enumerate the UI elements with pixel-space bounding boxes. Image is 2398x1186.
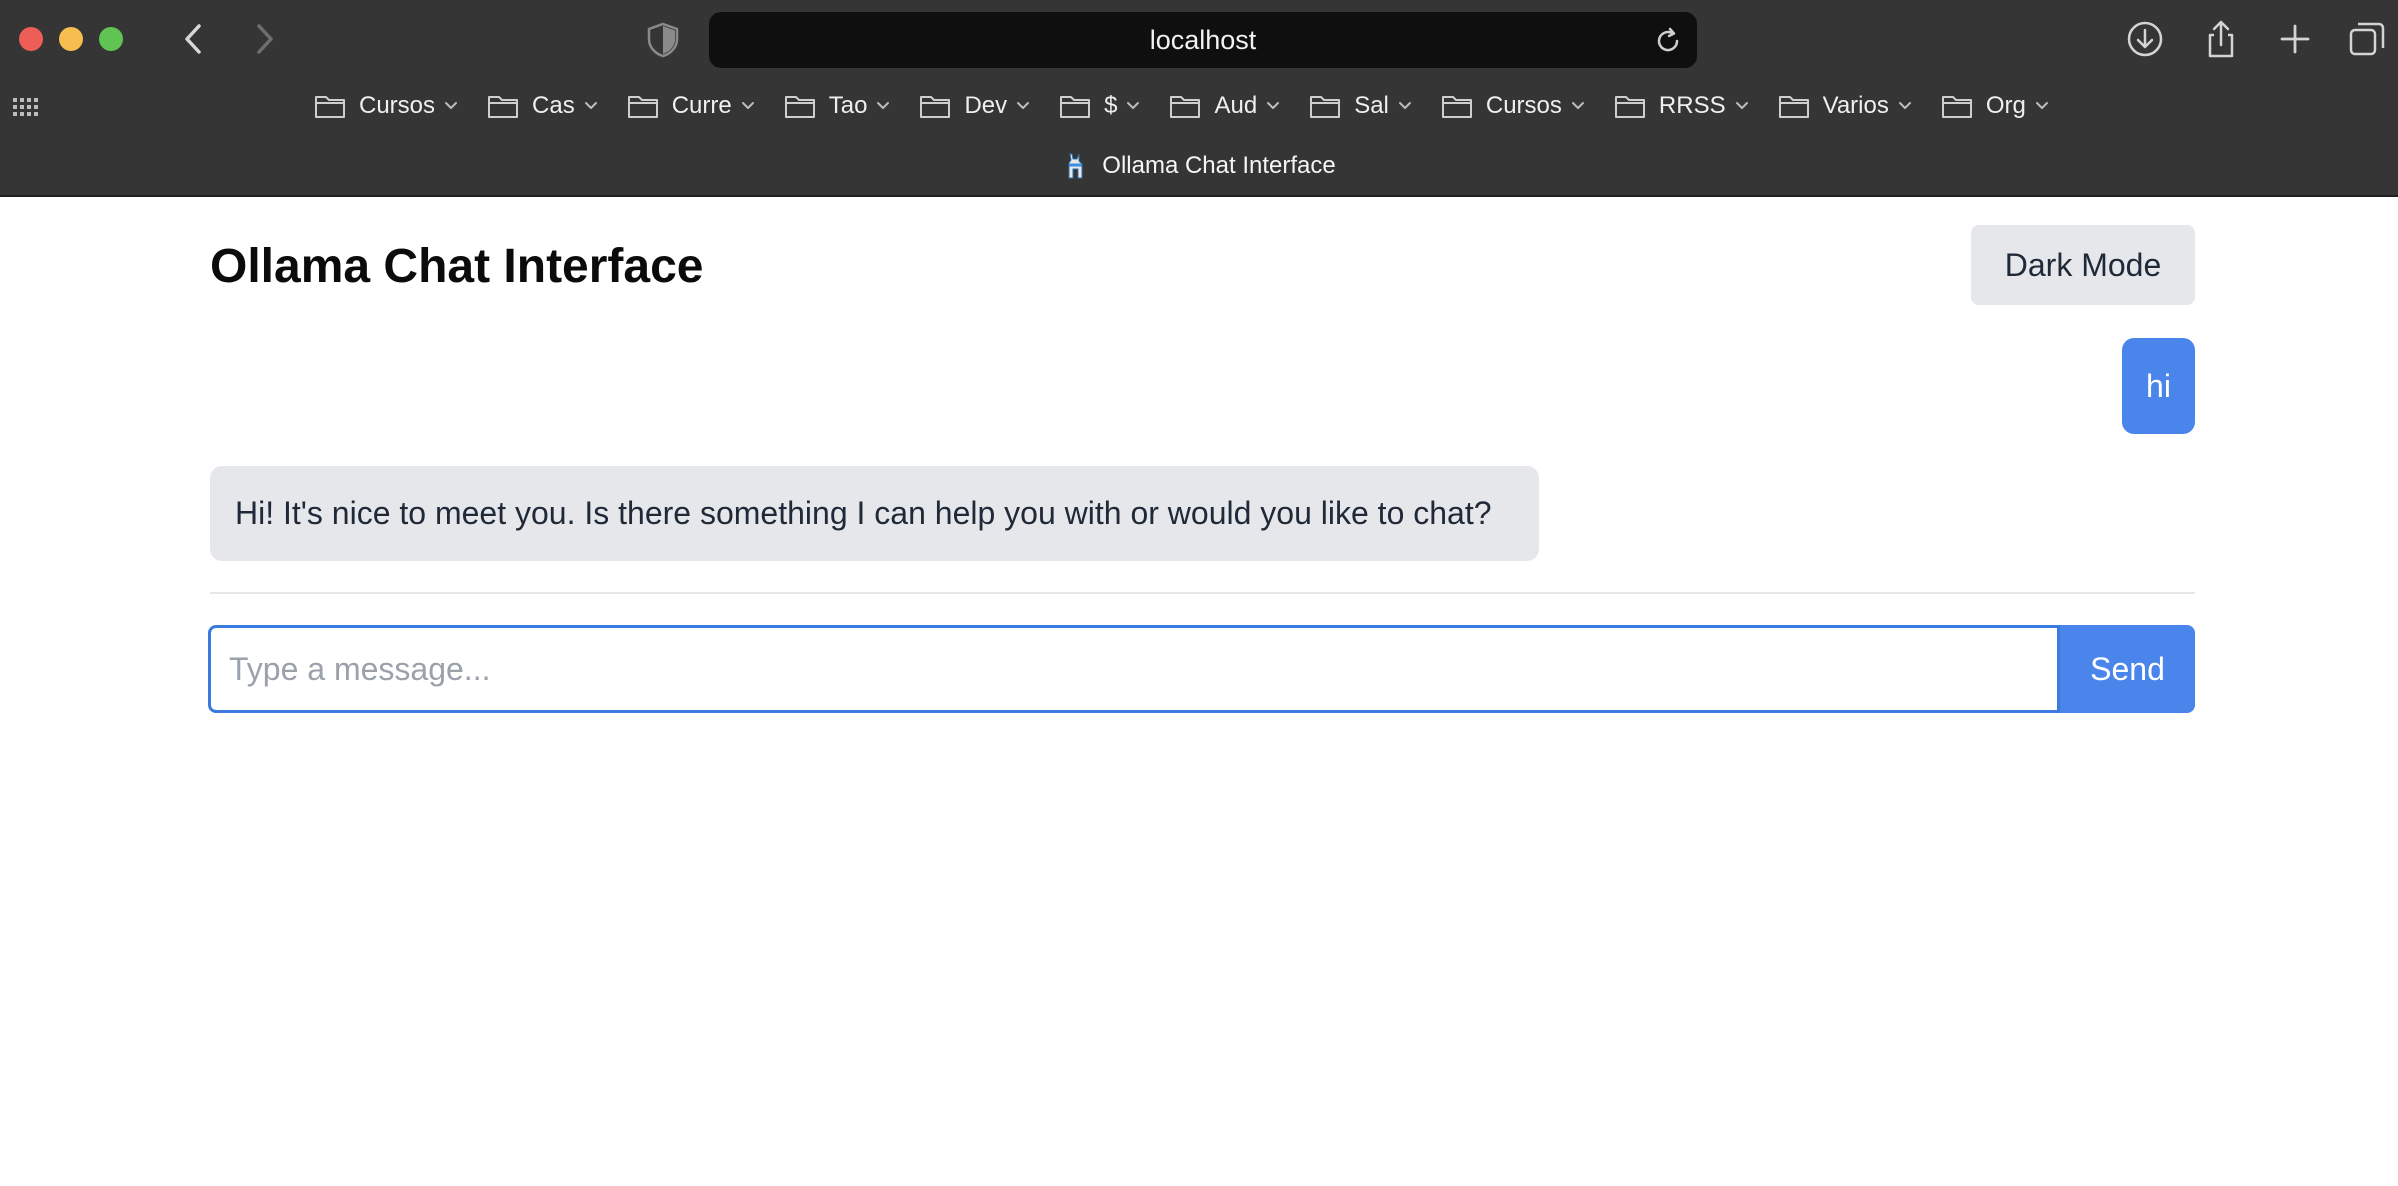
sidebar-grid-icon[interactable] bbox=[12, 96, 40, 118]
chevron-down-icon bbox=[1898, 102, 1911, 109]
folder-icon bbox=[627, 96, 658, 118]
folder-icon bbox=[315, 96, 345, 118]
url-text: localhost bbox=[1149, 24, 1257, 55]
folder-icon bbox=[488, 96, 519, 118]
chevron-down-icon bbox=[1267, 102, 1280, 109]
chevron-down-icon bbox=[1017, 102, 1030, 109]
bookmark-label: Org bbox=[1985, 92, 2026, 119]
bookmark-label: Aud bbox=[1214, 92, 1258, 119]
back-button[interactable] bbox=[173, 18, 213, 60]
bookmark-folder[interactable]: Cas bbox=[487, 92, 599, 120]
bookmark-label: Curre bbox=[671, 92, 732, 119]
folder-icon bbox=[1441, 96, 1472, 118]
bookmark-folder[interactable]: Sal bbox=[1309, 92, 1413, 120]
shield-icon[interactable] bbox=[646, 22, 680, 58]
divider bbox=[210, 592, 2195, 594]
minimize-window-button[interactable] bbox=[59, 27, 83, 51]
forward-icon bbox=[257, 24, 273, 54]
folder-icon bbox=[784, 96, 815, 118]
page-title: Ollama Chat Interface bbox=[210, 240, 704, 293]
bookmark-folder[interactable]: RRSS bbox=[1614, 92, 1750, 120]
chevron-down-icon bbox=[1735, 102, 1748, 109]
back-icon bbox=[185, 24, 201, 54]
bookmark-label: Varios bbox=[1822, 92, 1889, 119]
bookmark-label: RRSS bbox=[1658, 92, 1726, 119]
folder-icon bbox=[1310, 96, 1341, 118]
bookmark-label: $ bbox=[1104, 92, 1118, 119]
chevron-down-icon bbox=[1571, 102, 1584, 109]
chevron-down-icon bbox=[877, 102, 890, 109]
folder-icon bbox=[1614, 96, 1645, 118]
chevron-down-icon bbox=[1127, 102, 1140, 109]
download-icon[interactable] bbox=[2124, 18, 2166, 60]
close-window-button[interactable] bbox=[19, 27, 43, 51]
bookmark-label: Cursos bbox=[1485, 92, 1562, 119]
bookmark-label: Cursos bbox=[359, 92, 436, 119]
bookmark-folder[interactable]: Cursos bbox=[1441, 92, 1586, 120]
bookmark-folder[interactable]: Curre bbox=[627, 92, 756, 120]
bookmark-folder[interactable]: Tao bbox=[784, 92, 892, 120]
folder-icon bbox=[1778, 96, 1809, 118]
chevron-down-icon bbox=[2035, 102, 2048, 109]
address-bar[interactable]: localhost bbox=[709, 12, 1697, 68]
active-tab[interactable]: Ollama Chat Interface bbox=[0, 146, 2398, 186]
send-button[interactable]: Send bbox=[2060, 625, 2195, 713]
bookmark-folder[interactable]: Aud bbox=[1169, 92, 1281, 120]
zoom-window-button[interactable] bbox=[99, 27, 123, 51]
favicon-llama-icon bbox=[1068, 153, 1083, 179]
bookmark-label: Sal bbox=[1354, 92, 1389, 119]
bookmark-folder[interactable]: Dev bbox=[919, 92, 1031, 120]
message-input[interactable] bbox=[208, 625, 2060, 713]
chevron-down-icon bbox=[741, 102, 754, 109]
chevron-down-icon bbox=[584, 102, 597, 109]
bookmarks-bar: Cursos Cas Curre Tao Dev $ Aud Sal Cursos RRSS Var… bbox=[314, 86, 2078, 126]
bookmark-label: Tao bbox=[828, 92, 868, 119]
tab-title: Ollama Chat Interface bbox=[1102, 152, 1336, 179]
folder-icon bbox=[920, 96, 951, 118]
message-composer: Send bbox=[208, 625, 2195, 713]
assistant-message: Hi! It's nice to meet you. Is there some… bbox=[210, 466, 1539, 561]
share-icon[interactable] bbox=[2200, 18, 2242, 60]
bookmark-folder[interactable]: Org bbox=[1941, 92, 2050, 120]
folder-icon bbox=[1941, 96, 1972, 118]
bookmark-label: Cas bbox=[532, 92, 575, 119]
tab-overview-icon[interactable] bbox=[2346, 18, 2388, 60]
bookmark-folder[interactable]: Varios bbox=[1778, 92, 1913, 120]
user-message: hi bbox=[2122, 338, 2195, 434]
bookmark-folder[interactable]: $ bbox=[1059, 92, 1141, 120]
forward-button[interactable] bbox=[245, 18, 285, 60]
chevron-down-icon bbox=[1398, 102, 1411, 109]
browser-chrome: localhost Cursos Cas Curre Tao Dev $ Aud Sal Cur… bbox=[0, 0, 2398, 197]
bookmark-folder[interactable]: Cursos bbox=[314, 92, 459, 120]
folder-icon bbox=[1060, 96, 1091, 118]
bookmark-label: Dev bbox=[964, 92, 1008, 119]
new-tab-icon[interactable] bbox=[2274, 18, 2316, 60]
reload-icon[interactable] bbox=[1653, 26, 1683, 56]
folder-icon bbox=[1170, 96, 1201, 118]
chevron-down-icon bbox=[445, 102, 458, 109]
dark-mode-button[interactable]: Dark Mode bbox=[1971, 225, 2195, 305]
